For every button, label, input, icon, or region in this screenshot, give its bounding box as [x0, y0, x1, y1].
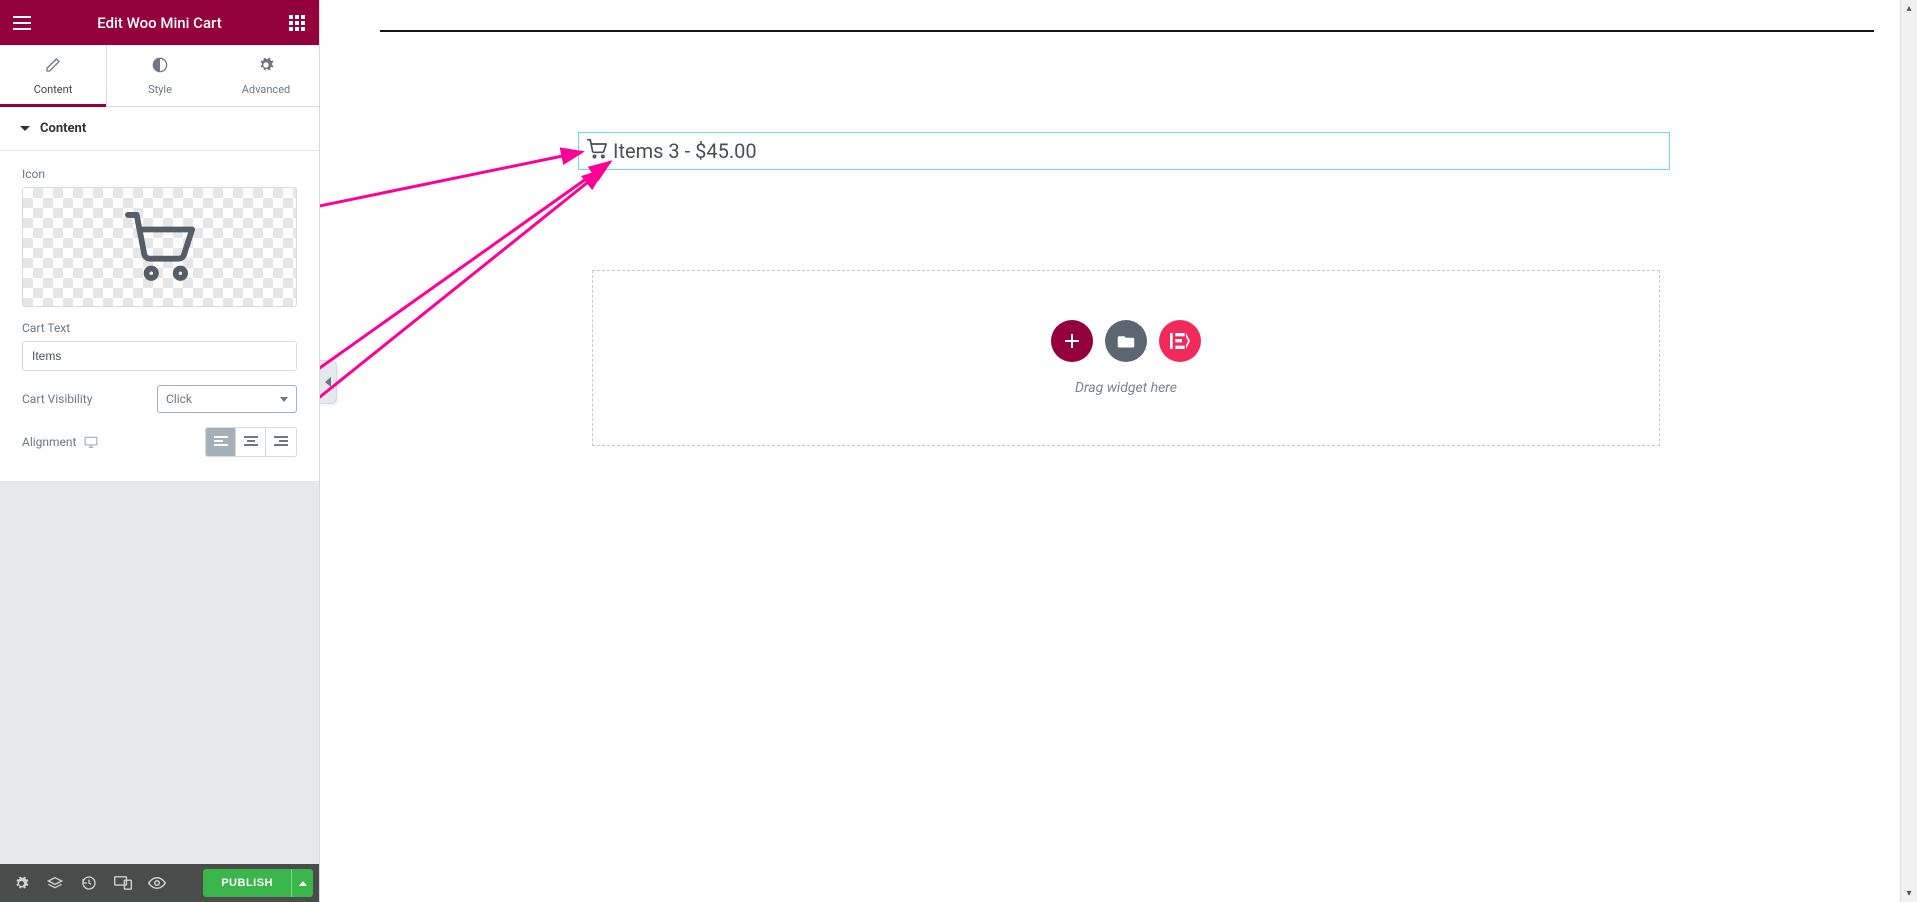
tab-style-label: Style	[148, 83, 172, 96]
cart-icon	[587, 139, 607, 163]
app-root: Edit Woo Mini Cart Content St	[0, 0, 1917, 902]
tab-style[interactable]: Style	[107, 45, 213, 106]
add-section-button[interactable]	[1051, 320, 1093, 362]
navigator-icon[interactable]	[40, 868, 70, 898]
scroll-up-icon[interactable]: ▴	[1901, 0, 1917, 17]
alignment-group	[205, 427, 297, 457]
gear-icon	[258, 57, 274, 77]
widgets-grid-icon[interactable]	[285, 11, 309, 35]
align-left-button[interactable]	[206, 428, 236, 456]
tabs-bar: Content Style Advanced	[0, 45, 319, 107]
page-scrollbar[interactable]: ▴ ▾	[1900, 0, 1917, 902]
icon-picker[interactable]	[22, 187, 297, 307]
tab-content-label: Content	[34, 83, 73, 96]
cart-text-input[interactable]	[22, 341, 297, 371]
chevron-down-icon	[20, 126, 30, 131]
page-title: Edit Woo Mini Cart	[34, 14, 285, 32]
control-icon: Icon	[22, 167, 297, 307]
responsive-icon[interactable]	[108, 868, 138, 898]
scroll-down-icon[interactable]: ▾	[1901, 885, 1917, 902]
canvas-inner: Items 3 - $45.00	[320, 0, 1900, 902]
contrast-icon	[152, 57, 168, 77]
align-center-button[interactable]	[236, 428, 266, 456]
editor-sidebar: Edit Woo Mini Cart Content St	[0, 0, 320, 902]
tab-advanced[interactable]: Advanced	[213, 45, 319, 106]
alignment-label: Alignment	[22, 435, 76, 449]
menu-icon[interactable]	[10, 11, 34, 35]
drop-zone[interactable]: Drag widget here	[592, 270, 1660, 446]
divider-line	[380, 30, 1874, 32]
tab-advanced-label: Advanced	[242, 83, 290, 96]
cart-visibility-select[interactable]: Click	[157, 385, 297, 413]
mini-cart-widget[interactable]: Items 3 - $45.00	[578, 132, 1670, 170]
canvas: Items 3 - $45.00	[320, 0, 1900, 902]
section-content-header[interactable]: Content	[0, 107, 319, 151]
align-right-button[interactable]	[266, 428, 296, 456]
publish-more-button[interactable]	[291, 869, 313, 897]
cart-visibility-label: Cart Visibility	[22, 392, 92, 406]
cart-visibility-value: Click	[166, 392, 192, 406]
publish-button[interactable]: PUBLISH	[203, 869, 291, 897]
mini-cart-text: Items 3 - $45.00	[613, 139, 757, 163]
elementskit-button[interactable]	[1159, 320, 1201, 362]
drop-actions	[1051, 320, 1201, 362]
template-library-button[interactable]	[1105, 320, 1147, 362]
cart-text-label: Cart Text	[22, 321, 297, 335]
section-title: Content	[40, 121, 86, 136]
settings-icon[interactable]	[6, 868, 36, 898]
section-panel: Content Icon Cart Text	[0, 107, 319, 481]
control-alignment: Alignment	[22, 427, 297, 457]
chevron-down-icon	[280, 397, 288, 402]
history-icon[interactable]	[74, 868, 104, 898]
control-cart-visibility: Cart Visibility Click	[22, 385, 297, 413]
drop-text: Drag widget here	[1075, 380, 1177, 396]
controls-area: Icon Cart Text Cart Visibility	[0, 151, 319, 481]
sidebar-footer: PUBLISH	[0, 864, 319, 902]
responsive-desktop-icon[interactable]	[84, 436, 98, 448]
preview-icon[interactable]	[142, 868, 172, 898]
icon-label: Icon	[22, 167, 297, 181]
pencil-icon	[45, 57, 61, 77]
control-cart-text: Cart Text	[22, 321, 297, 371]
sidebar-header: Edit Woo Mini Cart	[0, 0, 319, 45]
publish-group: PUBLISH	[203, 869, 313, 897]
sidebar-spacer	[0, 481, 319, 864]
tab-content[interactable]: Content	[0, 45, 107, 106]
